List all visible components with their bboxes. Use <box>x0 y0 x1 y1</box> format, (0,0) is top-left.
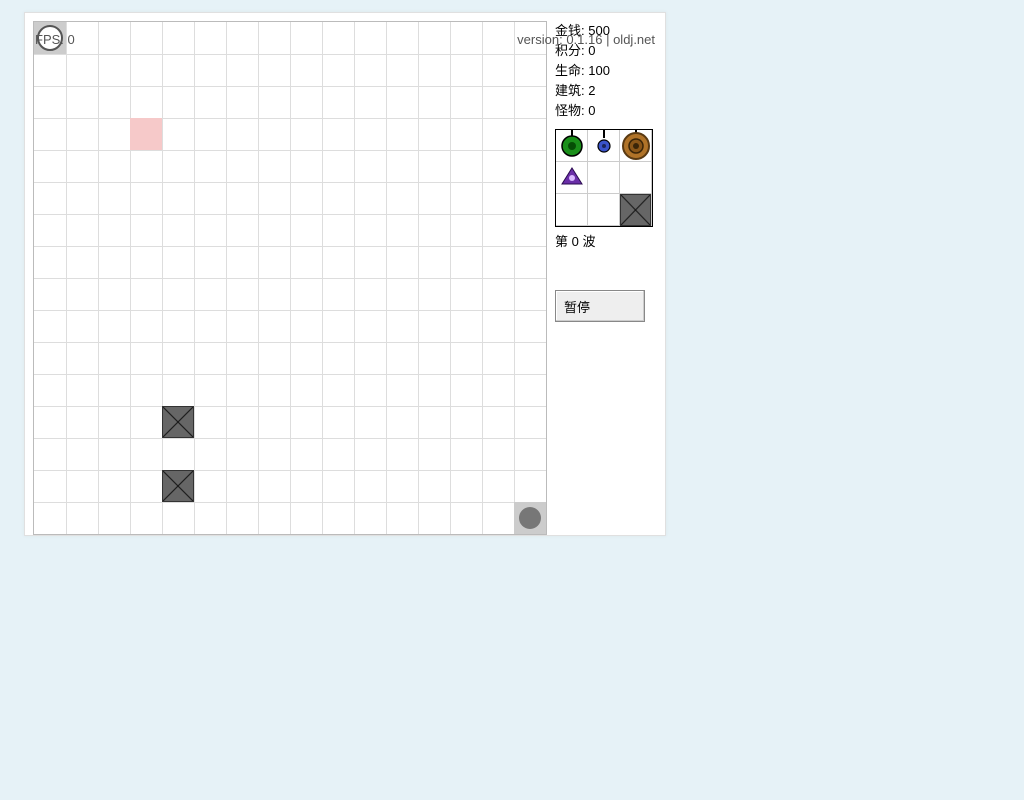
stat-monsters-value: 0 <box>588 103 595 118</box>
version-label: version <box>517 32 559 47</box>
fps-label: FPS <box>35 32 60 47</box>
version-readout: version: 0.1.16 | oldj.net <box>517 32 655 47</box>
palette-empty-slot <box>588 162 620 194</box>
tower-green-icon <box>556 130 587 162</box>
palette-tower-purple[interactable] <box>556 162 588 194</box>
version-value: 0.1.16 <box>566 32 602 47</box>
game-panel: 金钱: 500 积分: 0 生命: 100 建筑: 2 怪物: 0 第 0 波 … <box>24 12 666 536</box>
wave-number: 0 <box>572 234 579 249</box>
palette-block[interactable] <box>620 194 652 226</box>
fps-value: 0 <box>68 32 75 47</box>
block-icon <box>620 194 651 226</box>
footer: FPS: 0 version: 0.1.16 | oldj.net <box>35 32 655 47</box>
side-panel: 金钱: 500 积分: 0 生命: 100 建筑: 2 怪物: 0 第 0 波 … <box>555 21 653 322</box>
tower-purple-icon <box>556 162 587 194</box>
pause-button[interactable]: 暂停 <box>555 290 645 322</box>
block-cell <box>162 406 194 438</box>
tower-bronze-icon <box>620 130 651 162</box>
stat-monsters: 怪物: 0 <box>555 101 653 121</box>
highlight-cell <box>130 118 162 150</box>
game-board[interactable] <box>33 21 547 535</box>
goal-icon <box>519 507 541 529</box>
palette-empty-slot <box>620 162 652 194</box>
stat-life-value: 100 <box>588 63 610 78</box>
stat-life: 生命: 100 <box>555 61 653 81</box>
wave-indicator: 第 0 波 <box>555 231 653 250</box>
pause-button-label: 暂停 <box>564 297 590 316</box>
tower-blue-icon <box>588 130 619 162</box>
stat-build-value: 2 <box>588 83 595 98</box>
stat-build: 建筑: 2 <box>555 81 653 101</box>
stat-build-label: 建筑 <box>555 83 581 98</box>
stat-life-label: 生命 <box>555 63 581 78</box>
tower-palette <box>555 129 653 227</box>
goal-cell <box>514 502 546 534</box>
palette-tower-blue[interactable] <box>588 130 620 162</box>
site-link[interactable]: oldj.net <box>613 32 655 47</box>
palette-tower-bronze[interactable] <box>620 130 652 162</box>
palette-empty-slot <box>588 194 620 226</box>
block-cell <box>162 470 194 502</box>
palette-empty-slot <box>556 194 588 226</box>
palette-tower-green[interactable] <box>556 130 588 162</box>
stat-monsters-label: 怪物 <box>555 103 581 118</box>
wave-prefix: 第 <box>555 234 568 249</box>
wave-suffix: 波 <box>583 234 596 249</box>
fps-readout: FPS: 0 <box>35 32 75 47</box>
